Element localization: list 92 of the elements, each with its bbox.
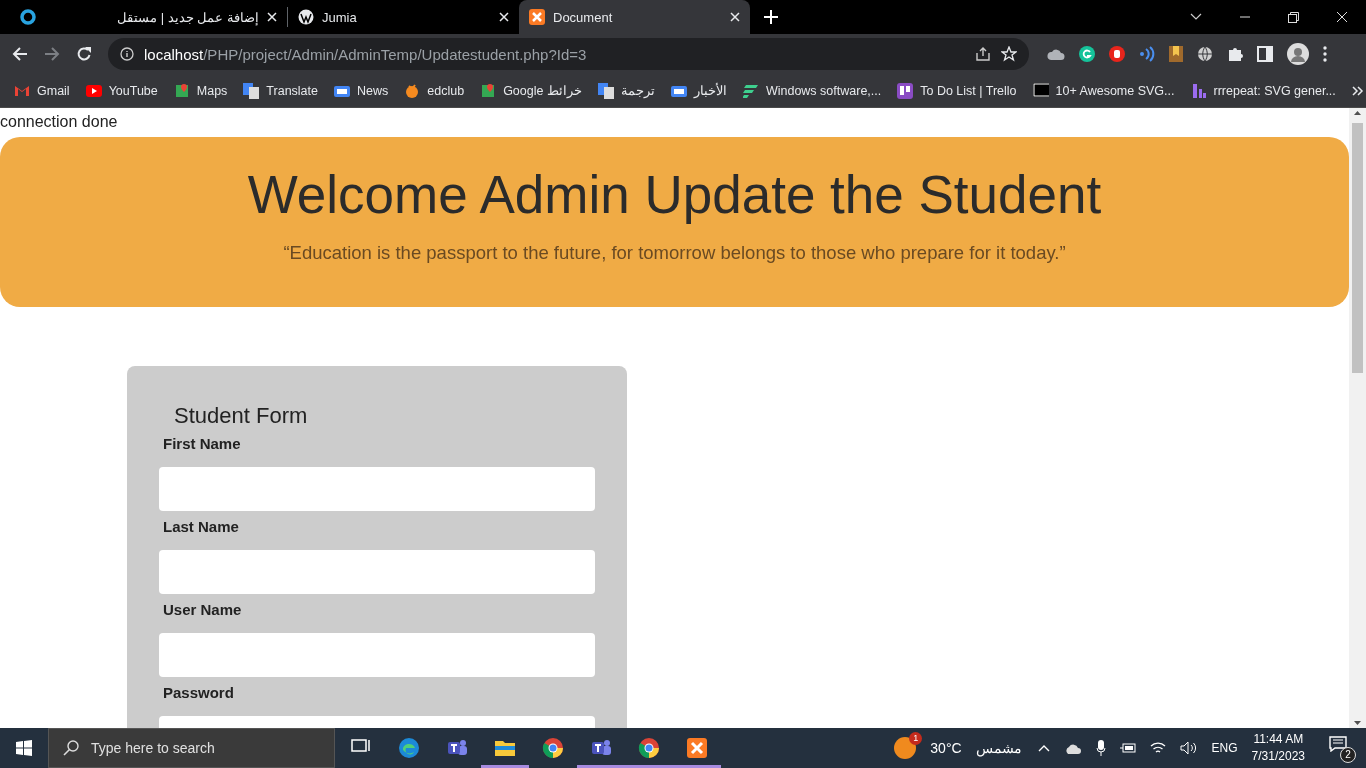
bookmark-item[interactable]: Maps	[173, 82, 235, 99]
field-label: First Name	[163, 434, 241, 454]
board-icon	[897, 82, 914, 99]
browser-tab[interactable]: إضافة عمل جديد | مستقل	[56, 0, 287, 34]
field-label: User Name	[163, 600, 242, 620]
sun-icon[interactable]	[894, 737, 917, 759]
weather-text[interactable]: مشمس	[975, 740, 1022, 756]
field-label: Password	[163, 683, 234, 703]
xampp-icon	[685, 736, 709, 760]
bookmark-item[interactable]: ترجمة	[597, 82, 662, 99]
bookmark-icon[interactable]	[1169, 46, 1183, 62]
chevron-up-icon	[1037, 744, 1050, 752]
search-field[interactable]: Type here to search	[48, 728, 335, 768]
close-icon[interactable]	[267, 12, 277, 22]
notification-count: 2	[1340, 746, 1356, 763]
wifi-icon	[1149, 741, 1166, 755]
notification-button[interactable]: 2	[1329, 733, 1356, 763]
speaker-icon	[1179, 741, 1198, 755]
bookmark-item[interactable]: الأخبار	[670, 82, 734, 99]
chrome-icon	[541, 736, 565, 760]
close-icon[interactable]	[499, 12, 509, 22]
cloud-icon[interactable]	[1047, 47, 1065, 61]
form-title: Student Form	[174, 402, 308, 430]
windows-icon	[16, 740, 32, 756]
translate-icon	[597, 82, 614, 99]
chevron-down-icon[interactable]	[1190, 13, 1202, 21]
time-text: 11:44 AM	[1252, 731, 1305, 748]
bookmark-item[interactable]: Gmail	[14, 82, 77, 99]
microphone-icon	[1095, 740, 1106, 756]
restore-icon[interactable]	[1288, 11, 1299, 23]
field-label: Last Name	[163, 517, 239, 537]
temperature-text[interactable]: 30°C	[930, 740, 962, 756]
star-icon[interactable]	[1001, 46, 1017, 62]
input-field[interactable]	[159, 633, 595, 677]
browser-tab[interactable]: Jumia	[288, 0, 519, 34]
page-heading: Welcome Admin Update the Student	[247, 164, 1102, 226]
map-pin-icon	[480, 82, 497, 99]
bookmark-item[interactable]: Windows software,...	[742, 82, 889, 99]
map-pin-icon	[173, 82, 190, 99]
bars-icon	[1190, 82, 1207, 99]
browser-tab[interactable]: Document	[519, 0, 750, 34]
scroll-down-icon[interactable]	[1354, 721, 1361, 725]
chrome-icon	[637, 736, 661, 760]
signal-waves-icon[interactable]	[1139, 46, 1155, 62]
bookmark-item[interactable]: edclub	[404, 82, 472, 99]
cloud-icon	[1063, 742, 1082, 754]
bookmark-item[interactable]: rrrepeat: SVG gener...	[1190, 82, 1343, 99]
scroll-thumb[interactable]	[1352, 123, 1363, 373]
search-placeholder: Type here to search	[91, 740, 215, 756]
more-icon[interactable]	[1323, 46, 1327, 62]
weather-badge: 1	[909, 732, 923, 745]
avatar-icon[interactable]	[1287, 43, 1309, 65]
bookmark-item[interactable]: News	[334, 82, 396, 99]
reload-icon[interactable]	[76, 46, 92, 62]
message-icon	[1329, 735, 1347, 752]
close-icon[interactable]	[1337, 12, 1347, 22]
clock[interactable]: 11:44 AM 7/31/2023	[1251, 731, 1305, 765]
xampp-icon	[529, 9, 545, 25]
side-panel-icon[interactable]	[1257, 46, 1273, 62]
input-field[interactable]	[159, 467, 595, 511]
input-field[interactable]	[159, 550, 595, 594]
info-icon[interactable]	[120, 47, 134, 61]
bookmark-item[interactable]: To Do List | Trello	[897, 82, 1024, 99]
close-icon[interactable]	[730, 12, 740, 22]
wordpress-icon	[298, 9, 314, 25]
app-ring-icon	[20, 9, 36, 25]
bookmark-item[interactable]: 10+ Awesome SVG...	[1032, 82, 1182, 99]
new-tab-icon[interactable]	[764, 10, 778, 24]
forward-arrow-icon[interactable]	[44, 46, 60, 62]
status-text: connection done	[0, 113, 118, 131]
badge-icon	[1032, 82, 1049, 99]
grammar-icon[interactable]	[1079, 46, 1095, 62]
translate-icon	[243, 82, 260, 99]
puzzle-icon[interactable]	[1227, 46, 1243, 62]
back-arrow-icon[interactable]	[12, 46, 28, 62]
date-text: 7/31/2023	[1251, 748, 1305, 765]
chevrons-right-icon[interactable]	[1351, 85, 1364, 96]
scroll-up-icon[interactable]	[1354, 111, 1361, 115]
bookmark-item[interactable]: Translate	[243, 82, 325, 99]
language-indicator[interactable]: ENG	[1211, 741, 1238, 755]
edge-icon	[397, 736, 421, 760]
address-field[interactable]: localhost/PHP/project/Admin/AdminTemp/Updatestudent.php?Id=3	[108, 38, 1029, 70]
globe-icon[interactable]	[1197, 46, 1213, 62]
bookmark-item[interactable]: YouTube	[85, 82, 165, 99]
bookmark-item[interactable]: Google خرائط	[480, 82, 589, 99]
share-icon[interactable]	[975, 46, 991, 62]
search-icon	[63, 740, 79, 756]
stripes-icon	[742, 82, 759, 99]
play-icon	[85, 82, 102, 99]
quote-text: “Education is the passport to the future, for tomorrow belongs to those who prepare for it today.”	[283, 241, 1066, 265]
scrollbar[interactable]	[1349, 108, 1366, 728]
battery-icon	[1119, 742, 1136, 754]
